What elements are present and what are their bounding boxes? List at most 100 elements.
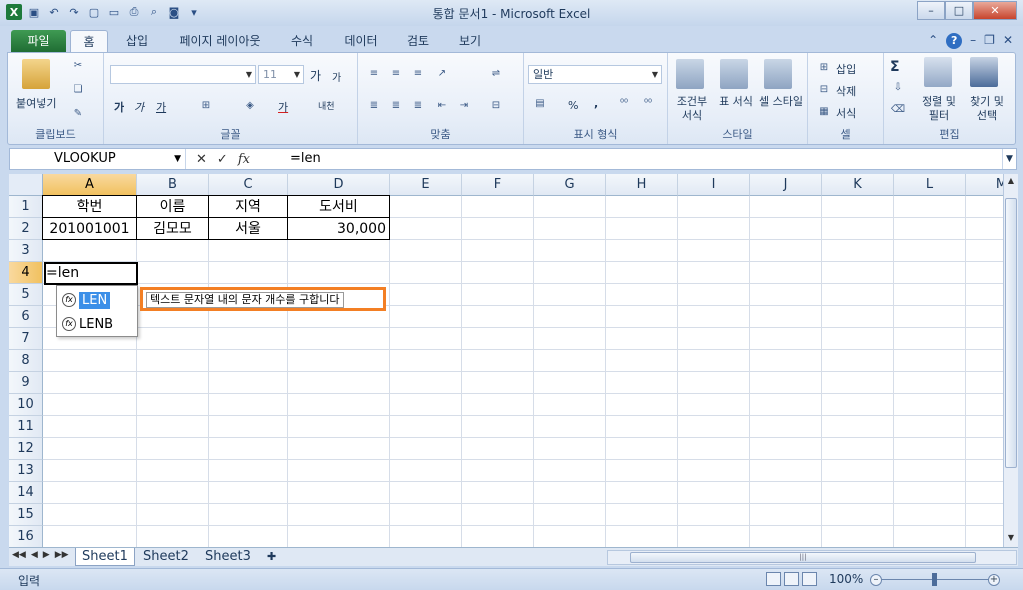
- column-header-h[interactable]: H: [606, 174, 678, 196]
- spreadsheet-grid[interactable]: A B C D E F G H I J K L M 1 2 3 4 5 6 7 8 9 10 11 12 13 14 15 16 학번 이름…: [9, 174, 1003, 547]
- conditional-format-icon[interactable]: [676, 59, 704, 89]
- find-select-button[interactable]: 찾기 및 선택: [964, 95, 1010, 123]
- help-icon[interactable]: ?: [946, 33, 963, 49]
- comma-button[interactable]: ,: [594, 97, 598, 110]
- tab-file[interactable]: 파일: [11, 30, 66, 53]
- minimize-ribbon-icon[interactable]: ⌃: [928, 33, 938, 49]
- minimize-button[interactable]: –: [917, 1, 945, 20]
- merge-center-icon[interactable]: ⊟: [488, 99, 504, 113]
- row-header-13[interactable]: 13: [9, 460, 43, 482]
- column-header-b[interactable]: B: [137, 174, 209, 196]
- font-color-button[interactable]: 가: [278, 99, 288, 115]
- row-header-7[interactable]: 7: [9, 328, 43, 350]
- sort-filter-icon[interactable]: [924, 57, 952, 87]
- row-header-2[interactable]: 2: [9, 218, 43, 240]
- column-header-i[interactable]: I: [678, 174, 750, 196]
- first-sheet-icon[interactable]: ◀◀: [12, 550, 26, 560]
- tab-page-layout[interactable]: 페이지 레이아웃: [168, 30, 272, 53]
- phonetic-button[interactable]: 내천: [318, 99, 335, 112]
- find-select-icon[interactable]: [970, 57, 998, 87]
- close-button[interactable]: ✕: [973, 1, 1017, 20]
- cell-c1[interactable]: 지역: [209, 196, 287, 218]
- enter-button[interactable]: ✓: [217, 152, 228, 167]
- vertical-scrollbar[interactable]: ▲ ▼: [1003, 174, 1018, 547]
- scroll-down-icon[interactable]: ▼: [1004, 531, 1018, 545]
- font-size-combo[interactable]: 11 ▼: [258, 65, 304, 84]
- function-autocomplete-list[interactable]: fx LEN fx LENB: [56, 285, 138, 337]
- cell-b2[interactable]: 김모모: [137, 218, 208, 240]
- tab-review[interactable]: 검토: [398, 30, 438, 53]
- page-break-view-icon[interactable]: [802, 572, 817, 586]
- column-header-k[interactable]: K: [822, 174, 894, 196]
- tab-insert[interactable]: 삽입: [118, 30, 156, 53]
- cell-a1[interactable]: 학번: [43, 196, 136, 218]
- column-header-l[interactable]: L: [894, 174, 966, 196]
- cell-c2[interactable]: 서울: [209, 218, 287, 240]
- insert-cells-button[interactable]: 삽입: [836, 61, 856, 77]
- delete-cells-button[interactable]: 삭제: [836, 83, 856, 99]
- horizontal-scroll-thumb[interactable]: |||: [630, 552, 976, 563]
- sheet-tab-sheet1[interactable]: Sheet1: [75, 548, 135, 566]
- sheet-tab-sheet2[interactable]: Sheet2: [137, 548, 195, 566]
- wrap-text-icon[interactable]: ⇌: [488, 67, 504, 81]
- expand-formula-bar-icon[interactable]: ▼: [1002, 149, 1016, 169]
- row-header-10[interactable]: 10: [9, 394, 43, 416]
- autocomplete-item-lenb[interactable]: fx LENB: [59, 313, 135, 335]
- font-name-combo[interactable]: ▼: [110, 65, 256, 84]
- format-cells-icon[interactable]: ▦: [816, 105, 832, 119]
- row-header-16[interactable]: 16: [9, 526, 43, 547]
- clear-icon[interactable]: ⌫: [890, 103, 906, 117]
- zoom-in-icon[interactable]: +: [988, 574, 1000, 586]
- column-header-c[interactable]: C: [209, 174, 288, 196]
- conditional-format-button[interactable]: 조건부 서식: [672, 95, 712, 123]
- workbook-restore-icon[interactable]: ❐: [984, 33, 995, 49]
- insert-function-button[interactable]: fx: [238, 152, 250, 167]
- column-header-d[interactable]: D: [288, 174, 390, 196]
- row-header-14[interactable]: 14: [9, 482, 43, 504]
- scroll-up-icon[interactable]: ▲: [1004, 174, 1018, 188]
- autosum-button[interactable]: Σ: [890, 59, 900, 75]
- cell-styles-icon[interactable]: [764, 59, 792, 89]
- maximize-button[interactable]: □: [945, 1, 973, 20]
- align-right-icon[interactable]: ≣: [410, 99, 426, 113]
- row-header-8[interactable]: 8: [9, 350, 43, 372]
- decrease-indent-icon[interactable]: ⇤: [434, 99, 450, 113]
- last-sheet-icon[interactable]: ▶▶: [55, 550, 69, 560]
- page-layout-view-icon[interactable]: [784, 572, 799, 586]
- next-sheet-icon[interactable]: ▶: [43, 550, 50, 560]
- zoom-slider-knob[interactable]: [932, 573, 937, 586]
- delete-cells-icon[interactable]: ⊟: [816, 83, 832, 97]
- tab-data[interactable]: 데이터: [336, 30, 386, 53]
- copy-icon[interactable]: ❏: [70, 83, 86, 97]
- zoom-level[interactable]: 100%: [829, 572, 863, 586]
- insert-sheet-icon[interactable]: ✚: [261, 548, 282, 566]
- fill-color-icon[interactable]: ◈: [242, 99, 258, 113]
- workbook-close-icon[interactable]: ✕: [1003, 33, 1013, 49]
- column-header-j[interactable]: J: [750, 174, 822, 196]
- name-box[interactable]: VLOOKUP ▼: [10, 149, 186, 169]
- grow-font-button[interactable]: 가: [310, 67, 321, 84]
- align-bottom-icon[interactable]: ≡: [410, 67, 426, 81]
- insert-cells-icon[interactable]: ⊞: [816, 61, 832, 75]
- format-table-icon[interactable]: [720, 59, 748, 89]
- fill-icon[interactable]: ⇩: [890, 81, 906, 95]
- italic-button[interactable]: 가: [134, 99, 144, 115]
- row-header-6[interactable]: 6: [9, 306, 43, 328]
- formula-input[interactable]: =len: [290, 149, 321, 169]
- increase-indent-icon[interactable]: ⇥: [456, 99, 472, 113]
- row-header-11[interactable]: 11: [9, 416, 43, 438]
- zoom-out-icon[interactable]: –: [870, 574, 882, 586]
- row-header-4[interactable]: 4: [9, 262, 43, 284]
- row-header-12[interactable]: 12: [9, 438, 43, 460]
- align-top-icon[interactable]: ≡: [366, 67, 382, 81]
- workbook-minimize-icon[interactable]: –: [970, 33, 976, 49]
- border-icon[interactable]: ⊞: [198, 99, 214, 113]
- cell-a2[interactable]: 201001001: [43, 218, 136, 240]
- paste-icon[interactable]: [22, 59, 50, 89]
- paste-button[interactable]: 붙여넣기: [16, 95, 56, 111]
- cut-icon[interactable]: ✂: [70, 59, 86, 73]
- column-header-a[interactable]: A: [43, 174, 137, 196]
- align-left-icon[interactable]: ≣: [366, 99, 382, 113]
- horizontal-scrollbar[interactable]: |||: [607, 550, 1017, 565]
- format-painter-icon[interactable]: ✎: [70, 107, 86, 121]
